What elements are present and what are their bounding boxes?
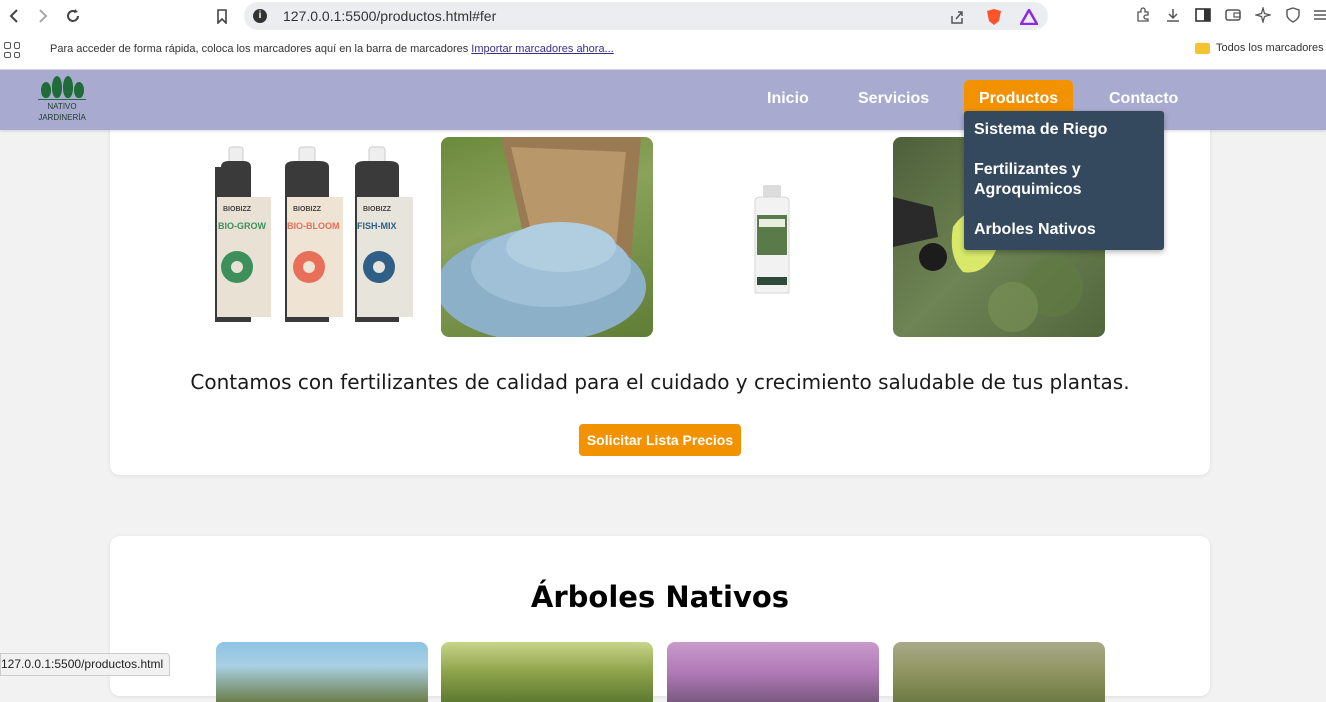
wallet-icon[interactable] [1224, 6, 1242, 24]
productos-dropdown: Sistema de Riego Fertilizantes y Agroqui… [964, 111, 1164, 250]
arbol-image-3 [667, 642, 879, 702]
bookmarks-hint-text: Para acceder de forma rápida, coloca los… [50, 43, 469, 55]
browser-toolbar: i 127.0.0.1:5500/productos.html#fer [0, 0, 1326, 32]
logo-line1: NATIVO [47, 102, 77, 111]
agroquimico-bottle-image [667, 137, 879, 337]
bottle-brand-1: BIOBIZZ [223, 206, 252, 213]
bookmark-icon[interactable] [212, 6, 232, 26]
leo-ai-icon[interactable] [1254, 6, 1272, 24]
dropdown-item-arboles[interactable]: Arboles Nativos [974, 220, 1154, 240]
back-icon[interactable] [4, 6, 24, 26]
brave-shield-icon[interactable] [985, 8, 1003, 26]
nav-inicio[interactable]: Inicio [752, 80, 824, 118]
biobizz-bottles-image: BIOBIZZ BIO-GROW BIOBIZZ BIO-BLOOM BIOBI… [215, 137, 427, 337]
bottle-brand-2: BIOBIZZ [293, 206, 322, 213]
nav-servicios[interactable]: Servicios [843, 80, 944, 118]
site-info-icon[interactable]: i [253, 9, 267, 23]
extensions-icon[interactable] [1134, 6, 1152, 24]
vpn-icon[interactable] [1284, 6, 1302, 24]
arboles-title: Árboles Nativos [530, 580, 790, 614]
fertilizer-granules-image [441, 137, 653, 337]
forward-icon[interactable] [33, 6, 53, 26]
address-bar[interactable]: i 127.0.0.1:5500/productos.html#fer [244, 2, 1048, 30]
all-bookmarks-label: Todos los marcadores [1216, 42, 1324, 54]
bottle-brand-3: BIOBIZZ [363, 206, 392, 213]
folder-icon [1195, 42, 1210, 54]
import-bookmarks-link[interactable]: Importar marcadores ahora... [471, 43, 613, 55]
all-bookmarks-folder[interactable]: Todos los marcadores [1195, 42, 1324, 54]
tree-logo-icon [36, 74, 88, 98]
brave-rewards-icon[interactable] [1020, 8, 1038, 26]
url-text[interactable]: 127.0.0.1:5500/productos.html#fer [283, 8, 496, 24]
arbol-image-2 [441, 642, 653, 702]
arboles-card: Árboles Nativos [110, 536, 1210, 702]
bottle-label-grow: BIO-GROW [218, 221, 266, 231]
bottle-label-bloom: BIO-BLOOM [287, 221, 340, 231]
sidebar-icon[interactable] [1194, 6, 1212, 24]
status-bar-url: 127.0.0.1:5500/productos.html [0, 653, 171, 676]
dropdown-item-riego[interactable]: Sistema de Riego [974, 120, 1154, 140]
bookmarks-hint: Para acceder de forma rápida, coloca los… [50, 43, 614, 55]
bookmarks-bar: Para acceder de forma rápida, coloca los… [0, 32, 1326, 70]
menu-icon[interactable] [1311, 6, 1326, 24]
nativo-logo[interactable]: NATIVO JARDINERÍA [36, 74, 88, 128]
download-icon[interactable] [1164, 6, 1182, 24]
apps-icon[interactable] [4, 42, 20, 58]
share-icon[interactable] [948, 8, 966, 26]
dropdown-item-fertilizantes[interactable]: Fertilizantes y Agroquimicos [974, 160, 1154, 200]
arbol-image-1 [216, 642, 428, 702]
fertilizantes-caption: Contamos con fertilizantes de calidad pa… [190, 370, 1130, 394]
arbol-image-4 [893, 642, 1105, 702]
solicitar-lista-precios-button[interactable]: Solicitar Lista Precios [579, 424, 741, 456]
logo-line2: JARDINERÍA [38, 113, 86, 122]
reload-icon[interactable] [63, 6, 83, 26]
bottle-label-fish: FISH-MIX [357, 221, 397, 231]
